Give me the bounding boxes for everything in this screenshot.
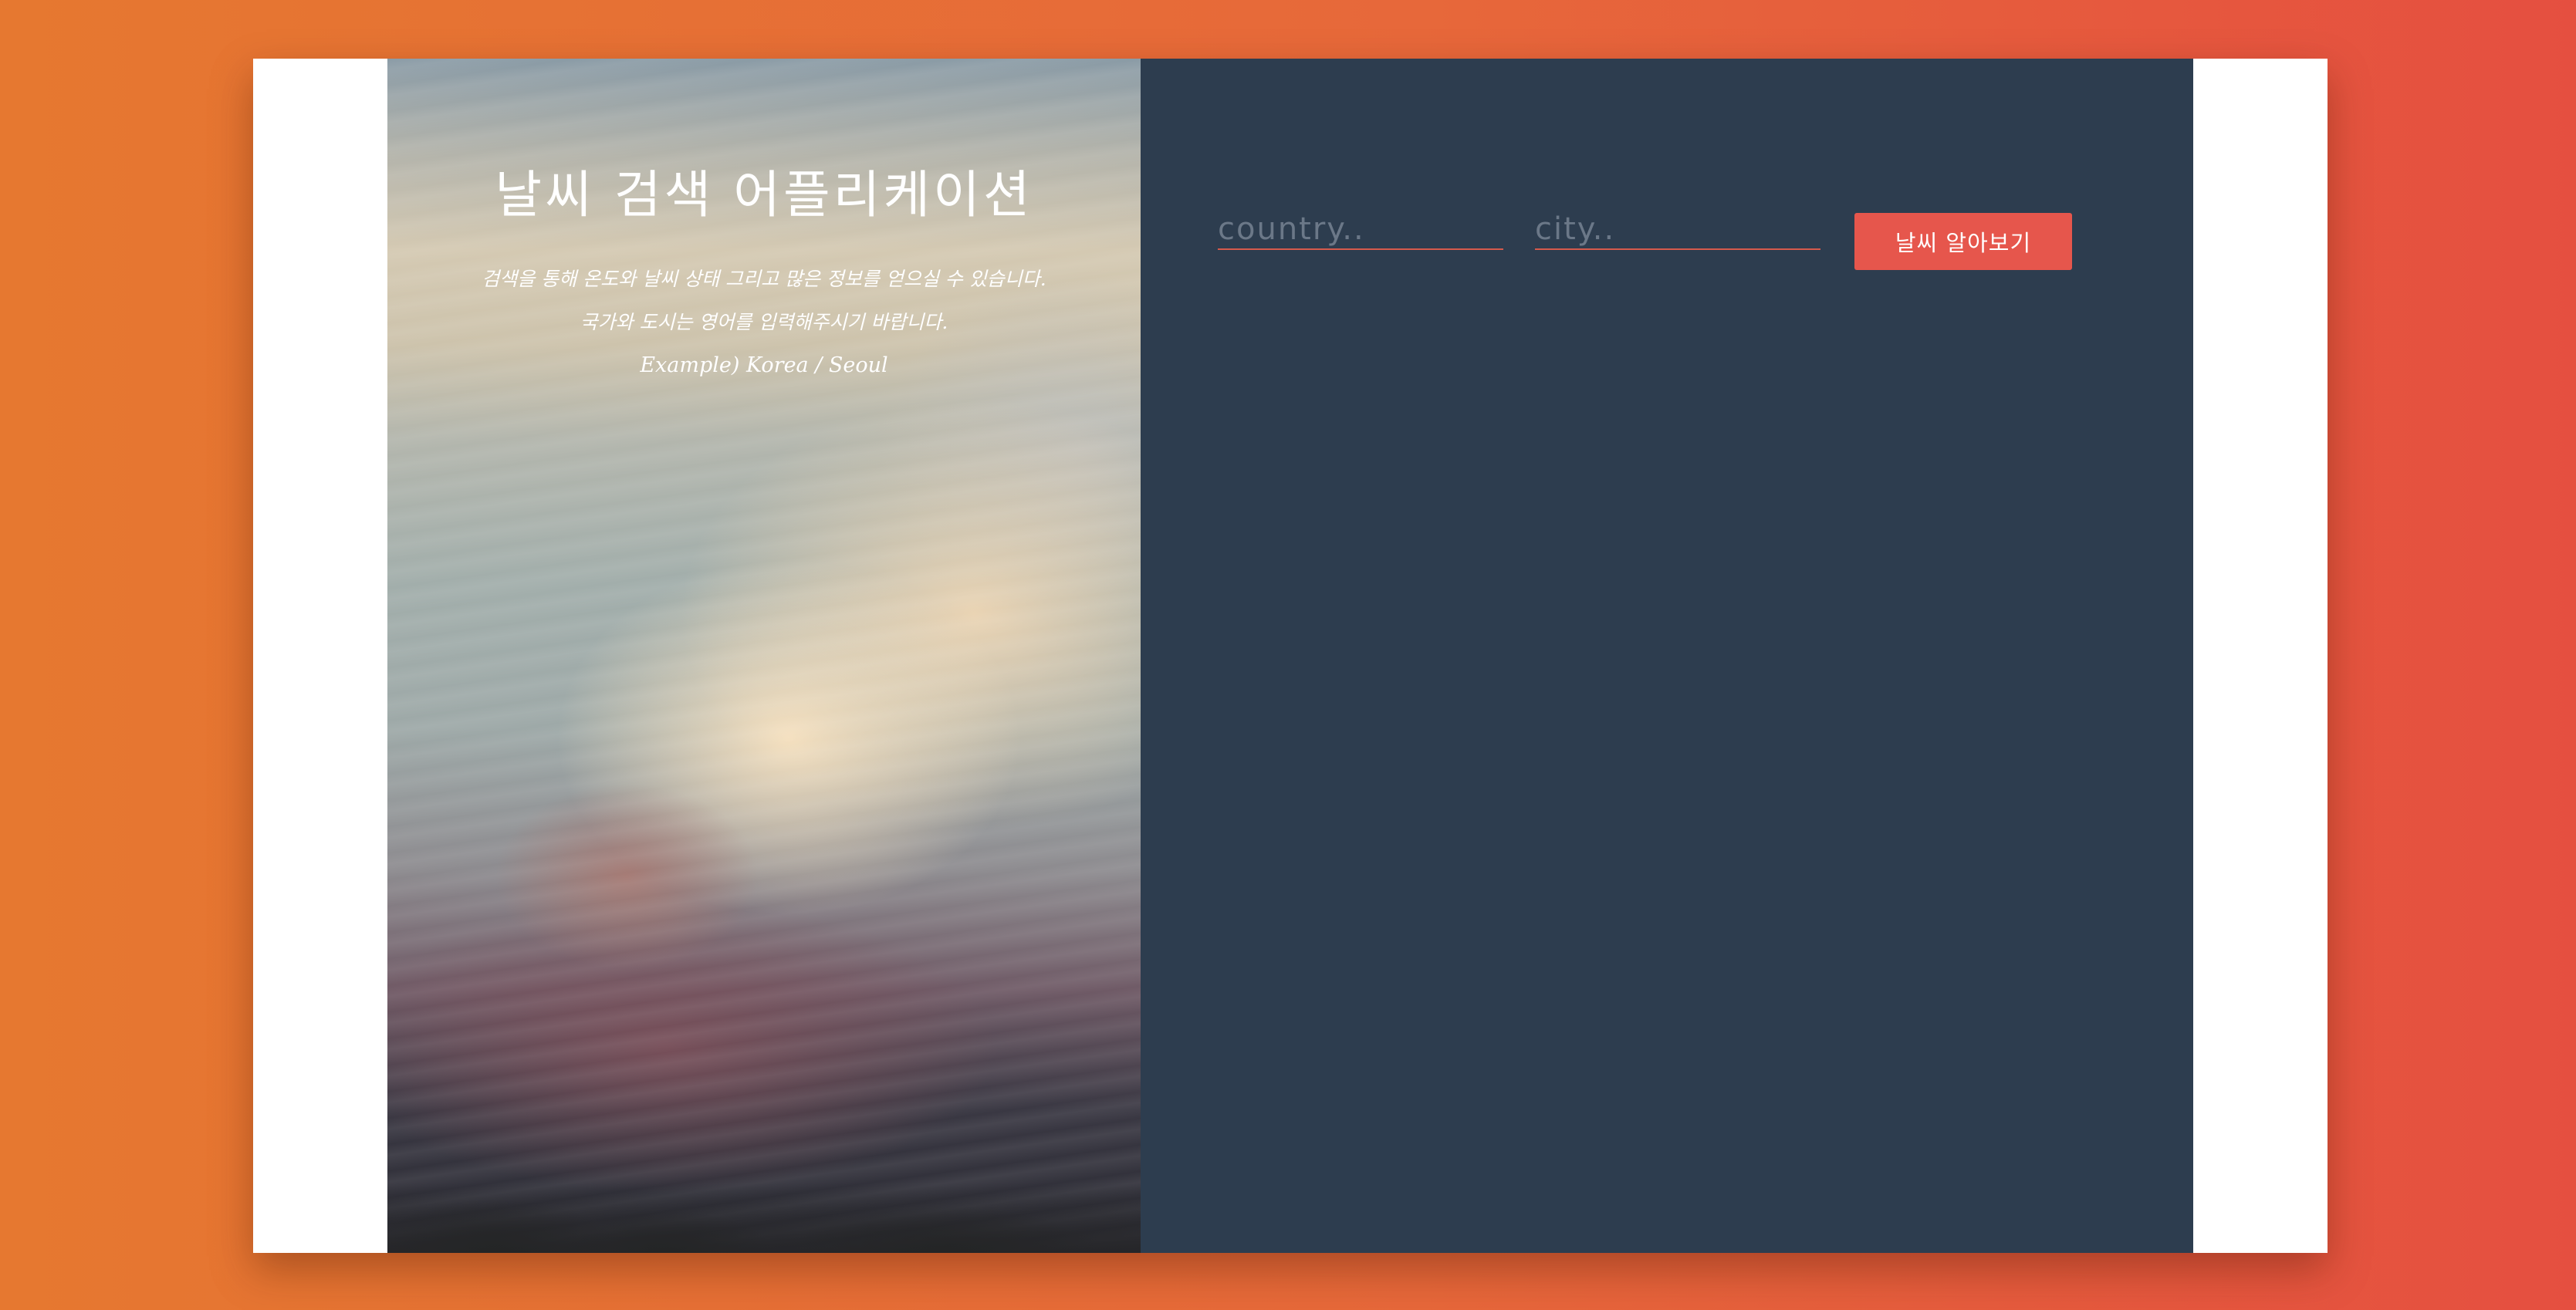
description-line-2: 국가와 도시는 영어를 입력해주시기 바랍니다. <box>580 311 948 333</box>
app-title: 날씨 검색 어플리케이션 <box>495 165 1033 225</box>
tree-silhouette <box>387 1183 1141 1253</box>
description-line-1: 검색을 통해 온도와 날씨 상태 그리고 많은 정보를 얻으실 수 있습니다. <box>482 268 1046 290</box>
example-text: Example) Korea / Seoul <box>640 353 888 377</box>
cloud-background-image <box>387 59 1141 1253</box>
hero-panel: 날씨 검색 어플리케이션 검색을 통해 온도와 날씨 상태 그리고 많은 정보를… <box>387 59 1141 1253</box>
search-panel: 날씨 알아보기 <box>1141 59 2193 1253</box>
search-weather-button[interactable]: 날씨 알아보기 <box>1854 213 2072 270</box>
app-card: 날씨 검색 어플리케이션 검색을 통해 온도와 날씨 상태 그리고 많은 정보를… <box>253 59 2328 1253</box>
city-input[interactable] <box>1535 210 1820 250</box>
country-input[interactable] <box>1218 210 1503 250</box>
